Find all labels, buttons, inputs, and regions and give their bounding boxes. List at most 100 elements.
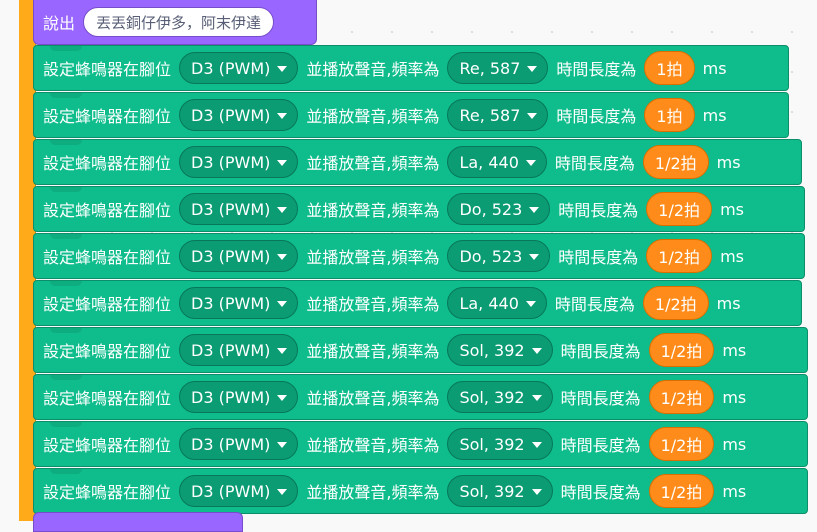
block-prefix-label: 設定蜂鳴器在腳位	[43, 389, 172, 408]
buzzer-play-block[interactable]: 設定蜂鳴器在腳位 D3 (PWM) 並播放聲音,頻率為 Do, 523 時間長度…	[33, 233, 805, 279]
frequency-label: 並播放聲音,頻率為	[306, 342, 440, 361]
duration-label: 時間長度為	[556, 107, 637, 126]
pin-dropdown[interactable]: D3 (PWM)	[179, 52, 299, 84]
duration-label: 時間長度為	[558, 201, 639, 220]
duration-label: 時間長度為	[560, 483, 641, 502]
duration-label: 時間長度為	[560, 436, 641, 455]
note-dropdown[interactable]: Sol, 392	[447, 428, 553, 460]
note-dropdown[interactable]: Re, 587	[447, 99, 549, 131]
beat-reporter[interactable]: 1/2拍	[648, 333, 715, 367]
beat-reporter[interactable]: 1拍	[644, 98, 695, 132]
chevron-down-icon	[277, 442, 288, 448]
chevron-down-icon	[525, 301, 536, 307]
note-value: Sol, 392	[459, 340, 525, 360]
next-looks-block[interactable]	[33, 512, 243, 532]
chevron-down-icon	[525, 160, 536, 166]
beat-reporter[interactable]: 1/2拍	[642, 145, 709, 179]
unit-label: ms	[722, 340, 747, 360]
unit-label: ms	[702, 58, 727, 78]
code-workspace[interactable]: 說出 丟丟銅仔伊多，阿末伊達 設定蜂鳴器在腳位 D3 (PWM) 並播放聲音,頻…	[0, 0, 817, 532]
buzzer-play-block[interactable]: 設定蜂鳴器在腳位 D3 (PWM) 並播放聲音,頻率為 Re, 587 時間長度…	[33, 92, 789, 138]
block-prefix-label: 設定蜂鳴器在腳位	[43, 201, 172, 220]
unit-label: ms	[720, 199, 744, 219]
say-block[interactable]: 說出 丟丟銅仔伊多，阿末伊達	[33, 0, 317, 45]
chevron-down-icon	[531, 348, 542, 354]
note-dropdown[interactable]: Re, 587	[447, 52, 549, 84]
note-dropdown[interactable]: Sol, 392	[447, 381, 553, 413]
note-dropdown[interactable]: Do, 523	[447, 193, 551, 225]
chevron-down-icon	[277, 66, 288, 72]
pin-dropdown[interactable]: D3 (PWM)	[179, 428, 299, 460]
beat-reporter[interactable]: 1/2拍	[646, 192, 713, 226]
chevron-down-icon	[277, 254, 288, 260]
chevron-down-icon	[529, 254, 540, 260]
note-dropdown[interactable]: Sol, 392	[447, 334, 553, 366]
frequency-label: 並播放聲音,頻率為	[306, 107, 440, 126]
chevron-down-icon	[277, 395, 288, 401]
note-value: La, 440	[459, 293, 519, 313]
pin-value: D3 (PWM)	[191, 434, 271, 454]
beat-reporter[interactable]: 1/2拍	[642, 286, 709, 320]
pin-dropdown[interactable]: D3 (PWM)	[179, 146, 299, 178]
beat-reporter[interactable]: 1/2拍	[648, 380, 715, 414]
pin-value: D3 (PWM)	[191, 199, 271, 219]
chevron-down-icon	[527, 66, 538, 72]
chevron-down-icon	[531, 489, 542, 495]
beat-reporter[interactable]: 1/2拍	[648, 427, 715, 461]
beat-reporter[interactable]: 1/2拍	[648, 474, 715, 508]
frequency-label: 並播放聲音,頻率為	[306, 483, 440, 502]
buzzer-play-block[interactable]: 設定蜂鳴器在腳位 D3 (PWM) 並播放聲音,頻率為 La, 440 時間長度…	[33, 280, 802, 326]
pin-value: D3 (PWM)	[191, 340, 271, 360]
pin-dropdown[interactable]: D3 (PWM)	[179, 99, 299, 131]
duration-label: 時間長度為	[560, 342, 641, 361]
frequency-label: 並播放聲音,頻率為	[306, 295, 440, 314]
frequency-label: 並播放聲音,頻率為	[306, 201, 440, 220]
buzzer-play-block[interactable]: 設定蜂鳴器在腳位 D3 (PWM) 並播放聲音,頻率為 Re, 587 時間長度…	[33, 45, 789, 91]
beat-reporter[interactable]: 1拍	[644, 51, 695, 85]
buzzer-play-block[interactable]: 設定蜂鳴器在腳位 D3 (PWM) 並播放聲音,頻率為 La, 440 時間長度…	[33, 139, 802, 185]
note-value: Sol, 392	[459, 481, 525, 501]
buzzer-play-block[interactable]: 設定蜂鳴器在腳位 D3 (PWM) 並播放聲音,頻率為 Sol, 392 時間長…	[33, 468, 808, 514]
pin-dropdown[interactable]: D3 (PWM)	[179, 287, 299, 319]
block-prefix-label: 設定蜂鳴器在腳位	[43, 60, 172, 79]
beat-reporter[interactable]: 1/2拍	[646, 239, 713, 273]
unit-label: ms	[702, 105, 727, 125]
note-value: Sol, 392	[459, 387, 525, 407]
chevron-down-icon	[277, 348, 288, 354]
block-prefix-label: 設定蜂鳴器在腳位	[43, 248, 172, 267]
note-dropdown[interactable]: La, 440	[447, 146, 547, 178]
buzzer-play-block[interactable]: 設定蜂鳴器在腳位 D3 (PWM) 並播放聲音,頻率為 Do, 523 時間長度…	[33, 186, 805, 232]
block-prefix-label: 設定蜂鳴器在腳位	[43, 342, 172, 361]
unit-label: ms	[720, 246, 744, 266]
chevron-down-icon	[277, 207, 288, 213]
chevron-down-icon	[277, 489, 288, 495]
pin-value: D3 (PWM)	[191, 152, 271, 172]
pin-value: D3 (PWM)	[191, 246, 271, 266]
block-prefix-label: 設定蜂鳴器在腳位	[43, 107, 172, 126]
note-dropdown[interactable]: La, 440	[447, 287, 547, 319]
block-prefix-label: 設定蜂鳴器在腳位	[43, 154, 172, 173]
duration-label: 時間長度為	[554, 295, 635, 314]
chevron-down-icon	[531, 442, 542, 448]
chevron-down-icon	[277, 160, 288, 166]
block-prefix-label: 設定蜂鳴器在腳位	[43, 436, 172, 455]
note-value: Do, 523	[459, 199, 523, 219]
say-message-input[interactable]: 丟丟銅仔伊多，阿末伊達	[83, 7, 275, 37]
note-value: Re, 587	[459, 105, 521, 125]
note-dropdown[interactable]: Sol, 392	[447, 475, 553, 507]
pin-dropdown[interactable]: D3 (PWM)	[179, 334, 299, 366]
frequency-label: 並播放聲音,頻率為	[306, 248, 440, 267]
buzzer-play-block[interactable]: 設定蜂鳴器在腳位 D3 (PWM) 並播放聲音,頻率為 Sol, 392 時間長…	[33, 327, 808, 373]
buzzer-play-block[interactable]: 設定蜂鳴器在腳位 D3 (PWM) 並播放聲音,頻率為 Sol, 392 時間長…	[33, 421, 808, 467]
frequency-label: 並播放聲音,頻率為	[306, 154, 440, 173]
pin-dropdown[interactable]: D3 (PWM)	[179, 193, 299, 225]
pin-dropdown[interactable]: D3 (PWM)	[179, 240, 299, 272]
pin-dropdown[interactable]: D3 (PWM)	[179, 475, 299, 507]
pin-dropdown[interactable]: D3 (PWM)	[179, 381, 299, 413]
pin-value: D3 (PWM)	[191, 481, 271, 501]
buzzer-play-block[interactable]: 設定蜂鳴器在腳位 D3 (PWM) 並播放聲音,頻率為 Sol, 392 時間長…	[33, 374, 808, 420]
note-value: Sol, 392	[459, 434, 525, 454]
note-value: La, 440	[459, 152, 519, 172]
chevron-down-icon	[277, 113, 288, 119]
note-dropdown[interactable]: Do, 523	[447, 240, 551, 272]
